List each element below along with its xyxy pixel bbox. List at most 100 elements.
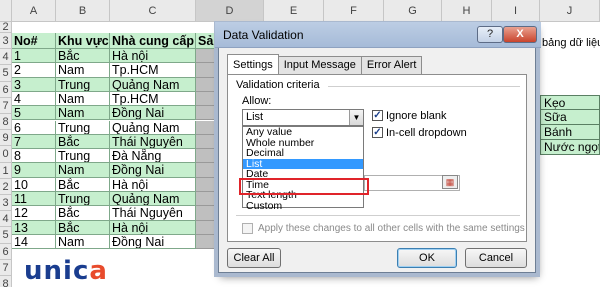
cell-no[interactable]: 1 (12, 49, 56, 64)
row-header[interactable]: 3 (0, 195, 12, 212)
tab-settings[interactable]: Settings (227, 54, 279, 74)
apply-all-checkbox[interactable] (242, 223, 253, 234)
cell-supplier[interactable]: Đà Nẵng (110, 149, 196, 164)
cell-supplier[interactable]: Tp.HCM (110, 63, 196, 78)
option-custom[interactable]: Custom (243, 200, 363, 212)
cell-product[interactable] (196, 77, 218, 92)
header-cell-region[interactable]: Khu vực (56, 33, 110, 49)
cell-product[interactable] (196, 177, 218, 192)
cell-product[interactable] (196, 149, 218, 164)
tab-input-message[interactable]: Input Message (277, 56, 362, 74)
product-list-item[interactable]: Kẹo (540, 95, 600, 110)
cell-supplier[interactable]: Quảng Nam (110, 77, 196, 92)
cell-supplier[interactable]: Đồng Nai (110, 106, 196, 121)
column-header-f[interactable]: F (324, 0, 384, 22)
row-header[interactable]: 5 (0, 65, 12, 82)
cell-supplier[interactable]: Hà nội (110, 177, 196, 192)
cell-no[interactable]: 12 (12, 206, 56, 221)
ok-button[interactable]: OK (397, 248, 457, 268)
cell-product[interactable] (196, 234, 218, 250)
dialog-titlebar[interactable]: Data Validation ? X (215, 22, 541, 48)
cell-product[interactable] (196, 63, 218, 78)
cell-no[interactable]: 14 (12, 234, 56, 250)
column-header-h[interactable]: H (442, 0, 492, 22)
column-header-a[interactable]: A (12, 0, 56, 22)
column-header-e[interactable]: E (264, 0, 324, 22)
row-header[interactable]: 0 (0, 146, 12, 163)
cell-region[interactable]: Bắc (56, 220, 110, 235)
product-list-item[interactable]: Sữa (540, 110, 600, 125)
cell-supplier[interactable]: Tp.HCM (110, 91, 196, 107)
cell-no[interactable]: 9 (12, 163, 56, 178)
row-header[interactable]: 6 (0, 81, 12, 98)
cell-region[interactable]: Bắc (56, 49, 110, 64)
cell-no[interactable]: 4 (12, 91, 56, 107)
cell-supplier[interactable]: Thái Nguyên (110, 206, 196, 221)
cell-region[interactable]: Trung (56, 149, 110, 164)
cell-region[interactable]: Nam (56, 91, 110, 107)
cell-region[interactable]: Trung (56, 77, 110, 92)
cell-product[interactable] (196, 134, 218, 150)
column-header-i[interactable]: I (492, 0, 540, 22)
range-picker-icon[interactable]: ▦ (442, 175, 458, 189)
option-decimal[interactable]: Decimal (243, 148, 363, 159)
in-cell-dropdown-checkbox[interactable]: ✓ (372, 127, 383, 138)
row-header[interactable]: 6 (0, 243, 12, 260)
cell-product[interactable] (196, 49, 218, 64)
product-list-item[interactable]: Bánh (540, 125, 600, 140)
column-header-corner[interactable] (0, 0, 12, 22)
row-header[interactable]: 5 (0, 227, 12, 244)
row-header[interactable]: 1 (0, 162, 12, 179)
cell-supplier[interactable]: Hà nội (110, 49, 196, 64)
cell-no[interactable]: 13 (12, 220, 56, 235)
cell-no[interactable]: 6 (12, 120, 56, 135)
cell-supplier[interactable]: Quảng Nam (110, 192, 196, 207)
cell-no[interactable]: 5 (12, 106, 56, 121)
row-header[interactable]: 7 (0, 97, 12, 114)
help-button[interactable]: ? (477, 26, 503, 43)
cell-region[interactable]: Bắc (56, 177, 110, 192)
column-header-g[interactable]: G (384, 0, 442, 22)
tab-error-alert[interactable]: Error Alert (360, 56, 423, 74)
cell-no[interactable]: 11 (12, 192, 56, 207)
row-header[interactable]: 7 (0, 259, 12, 276)
row-header[interactable]: 2 (0, 178, 12, 195)
row-header[interactable]: 3 (0, 33, 12, 50)
cell-region[interactable]: Nam (56, 163, 110, 178)
cell-region[interactable]: Trung (56, 192, 110, 207)
cell-region[interactable]: Bắc (56, 134, 110, 150)
column-header-c[interactable]: C (110, 0, 196, 22)
cell-product[interactable] (196, 192, 218, 207)
cell-no[interactable]: 10 (12, 177, 56, 192)
column-header-d[interactable]: D (196, 0, 264, 22)
cell-supplier[interactable]: Quảng Nam (110, 120, 196, 135)
column-header-b[interactable]: B (56, 0, 110, 22)
header-cell-no[interactable]: No# (12, 33, 56, 49)
row-header[interactable]: 2 (0, 22, 12, 33)
cell-product[interactable] (196, 106, 218, 121)
cell-region[interactable]: Nam (56, 106, 110, 121)
row-header[interactable]: 4 (0, 49, 12, 66)
cell-region[interactable]: Nam (56, 63, 110, 78)
row-header[interactable]: 8 (0, 114, 12, 131)
close-button[interactable]: X (503, 26, 537, 43)
cell-product[interactable] (196, 220, 218, 235)
cell-supplier[interactable]: Hà nội (110, 220, 196, 235)
clear-all-button[interactable]: Clear All (227, 248, 281, 268)
cell-no[interactable]: 8 (12, 149, 56, 164)
cell-no[interactable]: 7 (12, 134, 56, 150)
allow-select[interactable]: List ▼ (242, 109, 364, 126)
cell-no[interactable]: 2 (12, 63, 56, 78)
cell-region[interactable]: Bắc (56, 206, 110, 221)
cell-product[interactable] (196, 91, 218, 107)
cell-product[interactable] (196, 120, 218, 135)
row-header[interactable]: 8 (0, 276, 12, 287)
option-any-value[interactable]: Any value (243, 127, 363, 138)
cancel-button[interactable]: Cancel (465, 248, 527, 268)
cell-product[interactable] (196, 163, 218, 178)
row-header[interactable]: 4 (0, 211, 12, 228)
cell-no[interactable]: 3 (12, 77, 56, 92)
product-list-item[interactable]: Nước ngọt (540, 140, 600, 155)
column-header-j[interactable]: J (540, 0, 600, 22)
cell-supplier[interactable]: Thái Nguyên (110, 134, 196, 150)
